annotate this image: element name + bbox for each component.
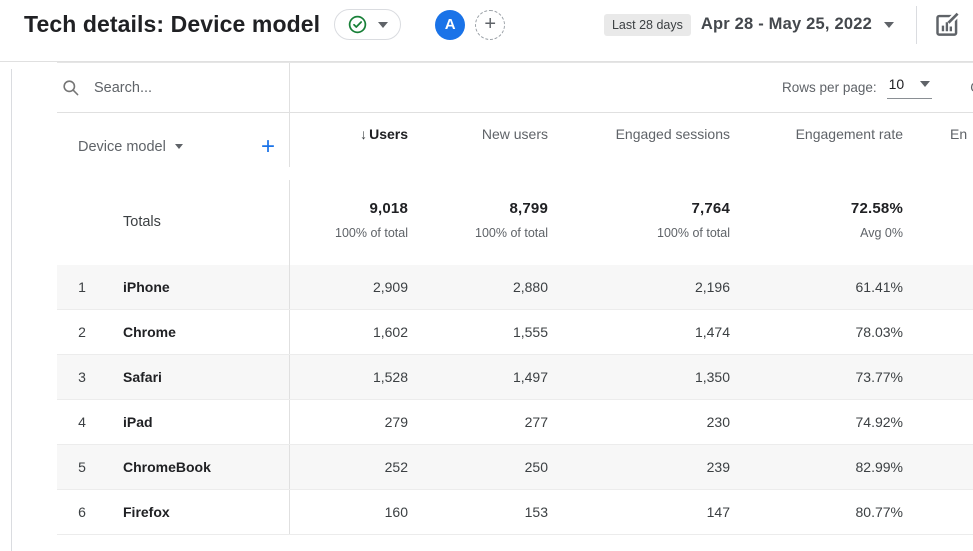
chevron-down-icon <box>884 21 894 28</box>
search-icon <box>63 80 79 96</box>
card-left-edge <box>11 69 12 551</box>
table-toolbar: Search... Rows per page: 10 Go to: 1 ‹ 1… <box>57 63 973 113</box>
date-range-label: Apr 28 - May 25, 2022 <box>700 15 872 33</box>
report-status-dropdown[interactable] <box>334 9 402 40</box>
totals-users-value: 9,018 <box>369 200 408 217</box>
dimension-header-cell: Device model + <box>57 113 290 167</box>
device-model-table: Search... Rows per page: 10 Go to: 1 ‹ 1… <box>57 62 973 535</box>
totals-new-users-sub: 100% of total <box>475 226 548 240</box>
new-users-cell: 1,497 <box>512 369 548 385</box>
new-users-cell: 277 <box>524 414 548 430</box>
engaged-sessions-cell: 230 <box>706 414 730 430</box>
engaged-sessions-cell: 1,350 <box>694 369 730 385</box>
device-name-cell: Firefox <box>107 490 290 534</box>
new-users-cell: 153 <box>524 504 548 520</box>
engagement-rate-cell: 73.77% <box>855 369 903 385</box>
totals-new-users-value: 8,799 <box>509 200 548 217</box>
engaged-sessions-cell: 1,474 <box>694 324 730 340</box>
totals-engaged-sessions-sub: 100% of total <box>657 226 730 240</box>
totals-clipped-cell <box>915 180 973 265</box>
users-cell: 1,528 <box>372 369 408 385</box>
check-circle-icon <box>348 15 367 34</box>
avatar[interactable]: A <box>435 9 466 40</box>
dimension-selector[interactable]: Device model <box>78 139 183 155</box>
table-header-row: Device model + ↓ Users New users Engaged … <box>57 113 973 180</box>
search-placeholder: Search... <box>94 79 153 96</box>
device-name-cell: iPad <box>107 400 290 444</box>
engagement-rate-cell: 82.99% <box>855 459 903 475</box>
app-header: Tech details: Device model A + Last 28 d… <box>0 0 973 62</box>
table-row[interactable]: 4 iPad 279 277 230 74.92% <box>57 400 973 445</box>
table-row[interactable]: 2 Chrome 1,602 1,555 1,474 78.03% <box>57 310 973 355</box>
new-users-cell: 2,880 <box>512 279 548 295</box>
users-cell: 160 <box>384 504 408 520</box>
device-name-cell: Chrome <box>107 310 290 354</box>
column-header-new-users[interactable]: New users <box>420 126 560 142</box>
users-cell: 252 <box>384 459 408 475</box>
totals-row: Totals 9,018 100% of total 8,799 100% of… <box>57 180 973 265</box>
totals-engaged-sessions: 7,764 100% of total <box>560 180 742 265</box>
engaged-sessions-cell: 239 <box>706 459 730 475</box>
engagement-rate-cell: 61.41% <box>855 279 903 295</box>
totals-new-users: 8,799 100% of total <box>420 180 560 265</box>
sort-descending-icon: ↓ <box>360 126 368 142</box>
column-header-label: Users <box>369 126 408 142</box>
date-range-picker[interactable]: Last 28 days Apr 28 - May 25, 2022 <box>603 13 894 36</box>
pagination-controls: Rows per page: 10 Go to: 1 ‹ 1-10 <box>290 63 973 112</box>
chevron-down-icon <box>920 81 931 87</box>
divider <box>916 5 917 44</box>
engagement-rate-cell: 74.92% <box>855 414 903 430</box>
customize-report-button[interactable] <box>929 7 963 42</box>
row-index: 2 <box>78 324 86 340</box>
device-name-cell: ChromeBook <box>107 445 290 489</box>
users-cell: 2,909 <box>372 279 408 295</box>
customize-report-icon <box>935 11 959 36</box>
column-header-engagement-rate[interactable]: Engagement rate <box>742 126 915 142</box>
column-header-users[interactable]: ↓ Users <box>290 126 420 142</box>
table-row[interactable]: 3 Safari 1,528 1,497 1,350 73.77% <box>57 355 973 400</box>
row-index: 6 <box>78 504 86 520</box>
new-users-cell: 250 <box>524 459 548 475</box>
engagement-rate-cell: 80.77% <box>855 504 903 520</box>
add-comparison-button[interactable]: + <box>475 9 506 40</box>
table-row[interactable]: 5 ChromeBook 252 250 239 82.99% <box>57 445 973 490</box>
chevron-down-icon <box>378 21 389 28</box>
rows-per-page-label: Rows per page: <box>782 80 877 95</box>
row-index: 3 <box>78 369 86 385</box>
row-index: 5 <box>78 459 86 475</box>
new-users-cell: 1,555 <box>512 324 548 340</box>
engaged-sessions-cell: 147 <box>706 504 730 520</box>
date-preset-badge: Last 28 days <box>603 13 691 36</box>
totals-engagement-rate: 72.58% Avg 0% <box>742 180 915 265</box>
search-input[interactable]: Search... <box>57 63 290 112</box>
totals-label: Totals <box>57 180 290 265</box>
row-index: 1 <box>78 279 86 295</box>
engaged-sessions-cell: 2,196 <box>694 279 730 295</box>
device-name-cell: iPhone <box>107 265 290 309</box>
engagement-rate-cell: 78.03% <box>855 324 903 340</box>
totals-engagement-rate-value: 72.58% <box>850 200 903 217</box>
table-row[interactable]: 6 Firefox 160 153 147 80.77% <box>57 490 973 535</box>
row-index: 4 <box>78 414 86 430</box>
column-header-engaged-sessions[interactable]: Engaged sessions <box>560 126 742 142</box>
rows-per-page-select[interactable]: 10 <box>886 76 933 99</box>
rows-per-page-value: 10 <box>888 76 905 92</box>
totals-users: 9,018 100% of total <box>290 180 420 265</box>
totals-users-sub: 100% of total <box>335 226 408 240</box>
report-content: Search... Rows per page: 10 Go to: 1 ‹ 1… <box>0 62 973 551</box>
users-cell: 279 <box>384 414 408 430</box>
table-row[interactable]: 1 iPhone 2,909 2,880 2,196 61.41% <box>57 265 973 310</box>
totals-engaged-sessions-value: 7,764 <box>691 200 730 217</box>
totals-engagement-rate-sub: Avg 0% <box>860 226 903 240</box>
dimension-label: Device model <box>78 138 166 155</box>
users-cell: 1,602 <box>372 324 408 340</box>
page-title: Tech details: Device model <box>24 11 321 37</box>
column-header-clipped[interactable]: En <box>915 126 973 142</box>
chevron-down-icon <box>174 144 183 149</box>
add-dimension-button[interactable]: + <box>261 134 275 158</box>
device-name-cell: Safari <box>107 355 290 399</box>
